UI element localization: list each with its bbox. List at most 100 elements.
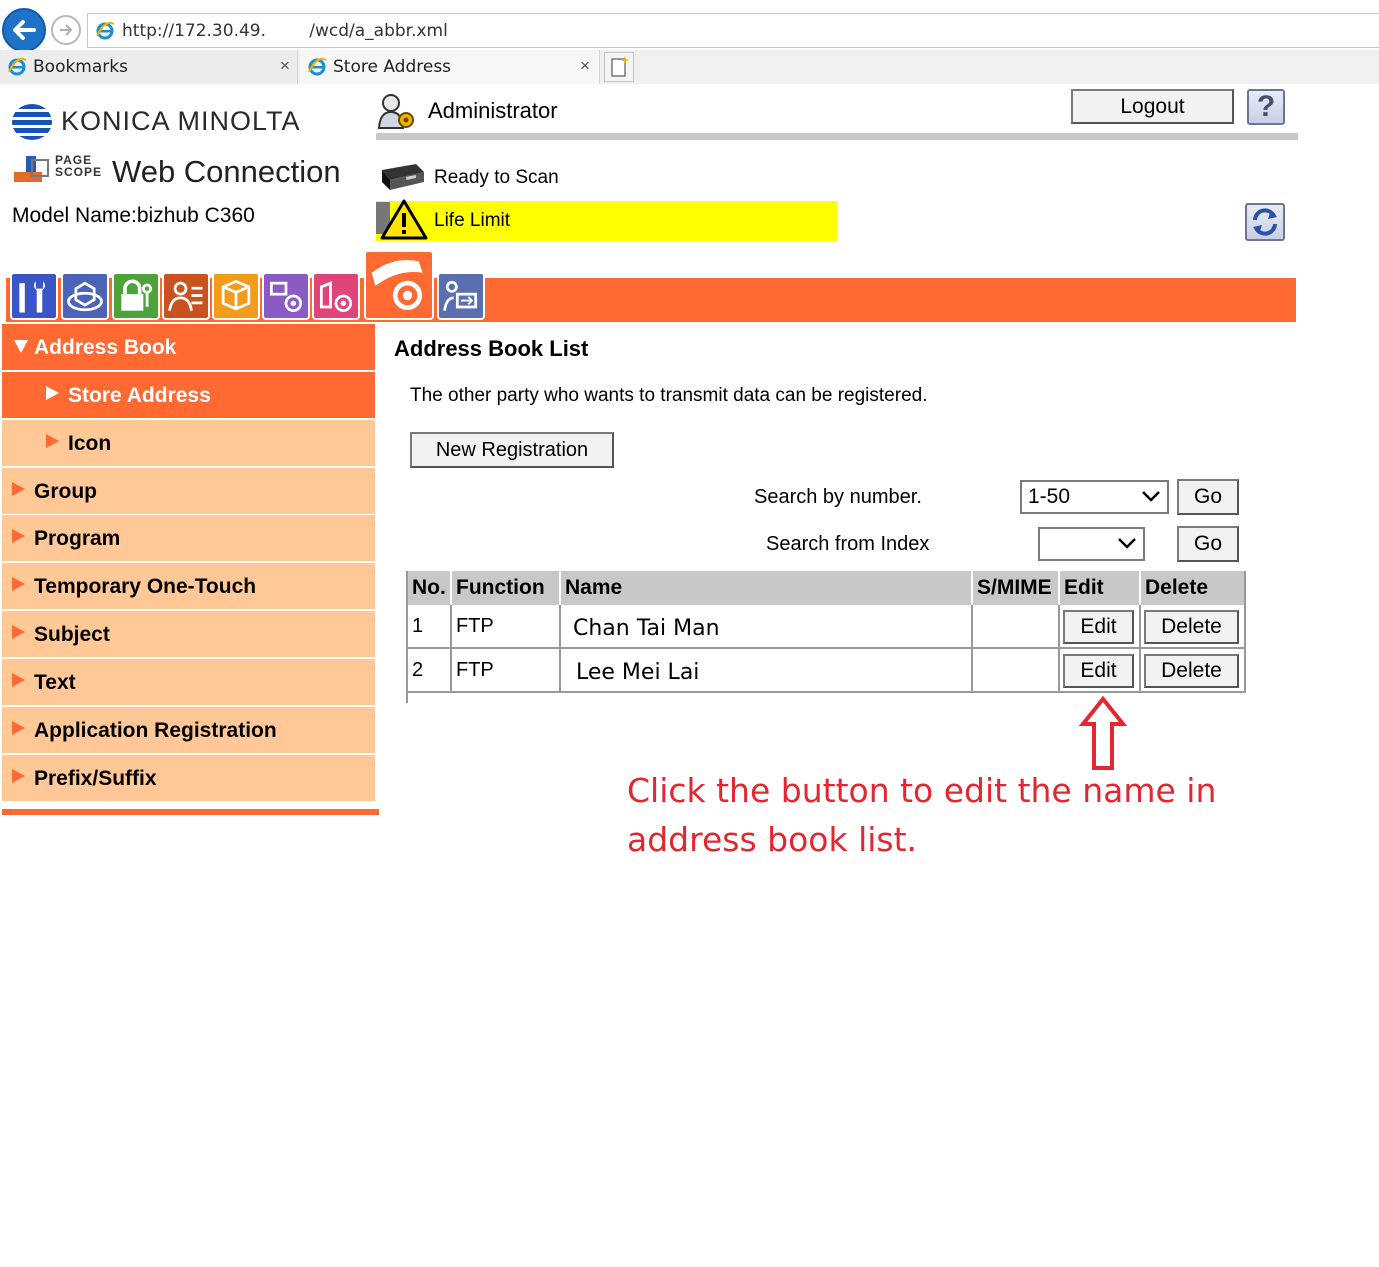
chevron-down-icon xyxy=(1142,491,1160,502)
cell-no: 1 xyxy=(408,605,452,649)
model-name: Model Name:bizhub C360 xyxy=(12,204,255,227)
forward-button[interactable] xyxy=(51,15,81,45)
cell-function: FTP xyxy=(452,649,561,693)
menu-group[interactable]: Group xyxy=(2,468,375,514)
brand-area: KONICA MINOLTA PAGE SCOPE Web Connection… xyxy=(0,90,370,240)
back-button[interactable] xyxy=(2,8,46,52)
system-settings-icon xyxy=(67,281,103,312)
arrow-up-icon xyxy=(1079,696,1127,770)
menu-icon[interactable]: Icon xyxy=(2,420,375,466)
page-description: The other party who wants to transmit da… xyxy=(410,385,928,406)
header-divider xyxy=(376,133,1298,140)
menu-text[interactable]: Text xyxy=(2,659,375,705)
caret-right-icon xyxy=(12,482,25,496)
cell-smime xyxy=(973,649,1060,693)
menu-prefix-suffix[interactable]: Prefix/Suffix xyxy=(2,755,375,801)
pagescope-logo-icon xyxy=(14,156,49,182)
tab-system-settings[interactable] xyxy=(61,272,109,320)
caret-right-icon xyxy=(12,625,25,639)
close-tab-icon[interactable]: × xyxy=(280,56,290,76)
cell-function: FTP xyxy=(452,605,561,649)
fax-settings-icon xyxy=(319,281,353,313)
menu-address-book[interactable]: Address Book xyxy=(2,324,375,370)
tab-print-settings[interactable] xyxy=(262,272,310,320)
menu-temporary-one-touch[interactable]: Temporary One-Touch xyxy=(2,563,375,609)
tab-network[interactable] xyxy=(437,272,485,320)
search-number-select[interactable]: 1-50 xyxy=(1020,480,1169,514)
edit-button[interactable]: Edit xyxy=(1063,654,1134,688)
administrator-icon xyxy=(377,94,414,129)
arrow-left-icon xyxy=(13,20,36,40)
cell-edit: Edit xyxy=(1060,605,1141,649)
annotation-text: Click the button to edit the name in add… xyxy=(627,771,1217,859)
address-book-table: No. Function Name S/MIME Edit Delete 1 F… xyxy=(406,571,1246,703)
help-button[interactable]: ? xyxy=(1247,89,1285,125)
browser-address-bar: http://172.30.49. /wcd/a_abbr.xml xyxy=(0,0,1379,52)
tab-user-auth[interactable] xyxy=(162,272,210,320)
refresh-icon xyxy=(1253,208,1277,236)
konica-minolta-logo-icon xyxy=(12,104,52,140)
cell-smime xyxy=(973,605,1060,649)
user-role: Administrator xyxy=(428,98,558,123)
tab-maintenance[interactable] xyxy=(10,272,58,320)
column-header-smime: S/MIME xyxy=(973,571,1060,605)
page-title: Address Book List xyxy=(394,336,589,361)
logout-button[interactable]: Logout xyxy=(1071,89,1234,124)
close-tab-icon[interactable]: × xyxy=(580,56,590,76)
print-settings-icon xyxy=(269,281,303,313)
tab-bookmarks[interactable]: Bookmarks × xyxy=(0,50,298,84)
url-field[interactable]: http://172.30.49. /wcd/a_abbr.xml xyxy=(87,13,1379,48)
pagescope-wordmark: PAGE SCOPE xyxy=(55,153,103,179)
tab-label: Store Address xyxy=(333,57,452,77)
ie-icon xyxy=(308,57,327,76)
column-header-name: Name xyxy=(561,571,973,605)
user-auth-icon xyxy=(168,281,203,311)
menu-program[interactable]: Program xyxy=(2,515,375,561)
tab-store-address[interactable]: Store Address × xyxy=(300,50,600,84)
column-header-delete: Delete xyxy=(1141,571,1246,605)
search-from-index-label: Search from Index xyxy=(766,533,930,555)
tab-security[interactable] xyxy=(112,272,160,320)
tab-box[interactable] xyxy=(212,272,260,320)
refresh-button[interactable] xyxy=(1245,203,1285,241)
cell-delete: Delete xyxy=(1141,605,1246,649)
menu-store-address[interactable]: Store Address xyxy=(2,372,375,418)
tab-fax-settings[interactable] xyxy=(312,272,360,320)
url-text: http://172.30.49. /wcd/a_abbr.xml xyxy=(122,21,448,41)
column-header-function: Function xyxy=(452,571,561,605)
status-ready-to-scan: Ready to Scan xyxy=(434,167,559,188)
go-number-button[interactable]: Go xyxy=(1177,479,1239,515)
menu-subject[interactable]: Subject xyxy=(2,611,375,657)
search-index-select[interactable] xyxy=(1038,527,1145,561)
browser-tab-strip: Bookmarks × Store Address × xyxy=(0,50,1379,84)
cell-name: Chan Tai Man xyxy=(561,605,973,649)
box-icon xyxy=(221,279,251,311)
delete-button[interactable]: Delete xyxy=(1144,610,1239,644)
tab-label: Bookmarks xyxy=(33,57,128,77)
caret-right-icon xyxy=(46,434,59,448)
cell-no: 2 xyxy=(408,649,452,693)
tab-store-address-category[interactable] xyxy=(364,250,434,320)
cell-name: Lee Mei Lai xyxy=(561,649,973,693)
edit-button[interactable]: Edit xyxy=(1063,610,1134,644)
caret-right-icon xyxy=(12,769,25,783)
menu-application-registration[interactable]: Application Registration xyxy=(2,707,375,753)
delete-button[interactable]: Delete xyxy=(1144,654,1239,688)
cell-edit: Edit xyxy=(1060,649,1141,693)
column-header-edit: Edit xyxy=(1060,571,1141,605)
new-tab-button[interactable] xyxy=(604,52,634,82)
caret-down-icon xyxy=(14,340,28,353)
caret-right-icon xyxy=(12,721,25,735)
caret-right-icon xyxy=(12,529,25,543)
status-life-limit: Life Limit xyxy=(434,210,511,231)
go-index-button[interactable]: Go xyxy=(1177,526,1239,562)
new-tab-icon xyxy=(611,56,629,77)
new-registration-button[interactable]: New Registration xyxy=(410,432,614,468)
search-number-value: 1-50 xyxy=(1028,485,1071,508)
chevron-down-icon xyxy=(1118,538,1136,549)
menu-bottom-rule xyxy=(2,809,379,815)
cell-delete: Delete xyxy=(1141,649,1246,693)
caret-right-icon xyxy=(46,386,59,400)
caret-right-icon xyxy=(12,673,25,687)
store-address-icon xyxy=(371,260,423,310)
